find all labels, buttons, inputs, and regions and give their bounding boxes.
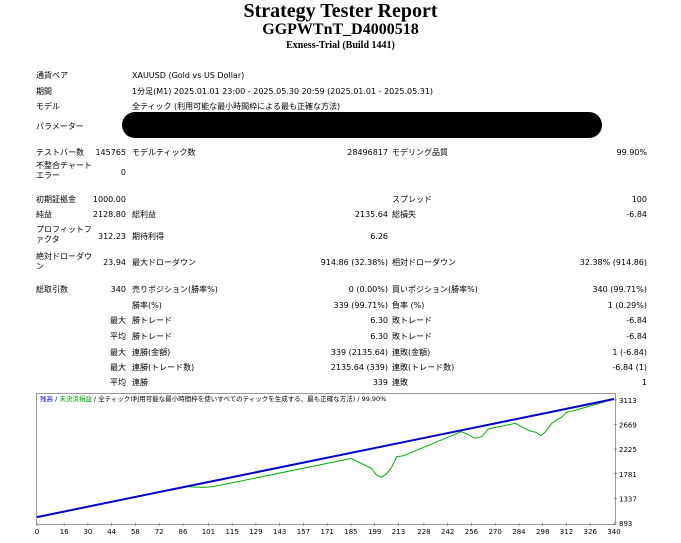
x-tick-label: 44 <box>107 528 116 536</box>
x-tick-label: 326 <box>584 528 598 536</box>
x-tick-label: 86 <box>178 528 187 536</box>
y-tick-label: 3113 <box>619 397 637 405</box>
x-tick-label: 340 <box>607 528 620 536</box>
x-tick-label: 256 <box>465 528 479 536</box>
x-tick-label: 213 <box>392 528 405 536</box>
x-tick-label: 185 <box>344 528 357 536</box>
x-tick-label: 115 <box>225 528 238 536</box>
y-tick-label: 2669 <box>619 422 637 430</box>
y-tick-label: 1337 <box>619 495 637 503</box>
x-tick-label: 242 <box>441 528 454 536</box>
x-tick-label: 58 <box>131 528 140 536</box>
balance-chart: 0 16 30 44 58 72 86 101 115 129 143 157 171 185 199 213… <box>35 397 637 536</box>
x-tick-label: 312 <box>560 528 573 536</box>
x-tick-label: 0 <box>35 528 39 536</box>
x-tick-label: 171 <box>321 528 334 536</box>
y-tick-label: 2225 <box>619 446 637 454</box>
x-tick-label: 72 <box>155 528 164 536</box>
x-tick-label: 199 <box>368 528 381 536</box>
x-tick-label: 157 <box>297 528 310 536</box>
x-tick-label: 129 <box>249 528 262 536</box>
x-tick-label: 143 <box>273 528 286 536</box>
x-tick-label: 228 <box>417 528 430 536</box>
x-tick-label: 298 <box>536 528 549 536</box>
x-tick-label: 270 <box>489 528 502 536</box>
x-tick-label: 101 <box>202 528 215 536</box>
x-tick-label: 30 <box>83 528 92 536</box>
x-tick-label: 284 <box>512 528 526 536</box>
x-tick-label: 16 <box>60 528 69 536</box>
y-tick-label: 1781 <box>619 471 637 479</box>
balance-line <box>36 398 615 519</box>
y-tick-label: 893 <box>619 520 632 528</box>
